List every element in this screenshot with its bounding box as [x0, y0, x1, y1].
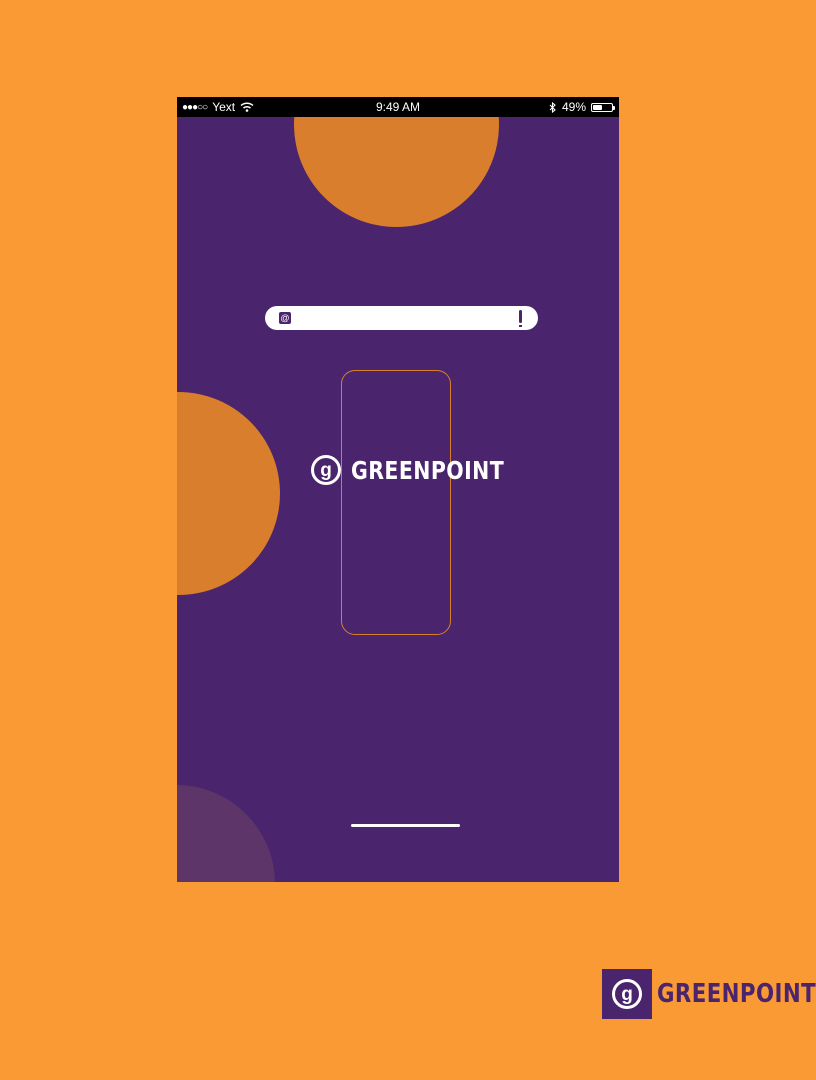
search-logo-icon: @ [279, 312, 291, 324]
battery-level [593, 104, 602, 110]
outline-card [341, 370, 451, 635]
home-indicator[interactable] [351, 824, 460, 827]
phone-screen: ●●●○○ Yext 9:49 AM 49% @ g GREENPOINT [177, 97, 619, 882]
corner-brand-logo: g GREENPOINT [602, 969, 816, 1019]
greenpoint-logo-icon: g [311, 455, 341, 485]
bluetooth-icon [549, 101, 556, 113]
greenpoint-corner-icon: g [612, 979, 642, 1009]
exclamation-icon[interactable] [519, 310, 522, 327]
status-right: 49% [549, 100, 615, 114]
search-bar[interactable]: @ [265, 306, 538, 330]
battery-percent: 49% [561, 100, 586, 114]
battery-icon [591, 102, 615, 112]
decorative-circle-left [177, 392, 280, 595]
battery-tip [613, 105, 615, 110]
decorative-circle-bottom [177, 785, 275, 882]
brand-logo: g GREENPOINT [311, 455, 538, 485]
corner-logo-box: g [602, 969, 652, 1019]
corner-brand-name: GREENPOINT [657, 979, 816, 1009]
brand-name: GREENPOINT [351, 455, 505, 485]
status-bar: ●●●○○ Yext 9:49 AM 49% [177, 97, 619, 117]
